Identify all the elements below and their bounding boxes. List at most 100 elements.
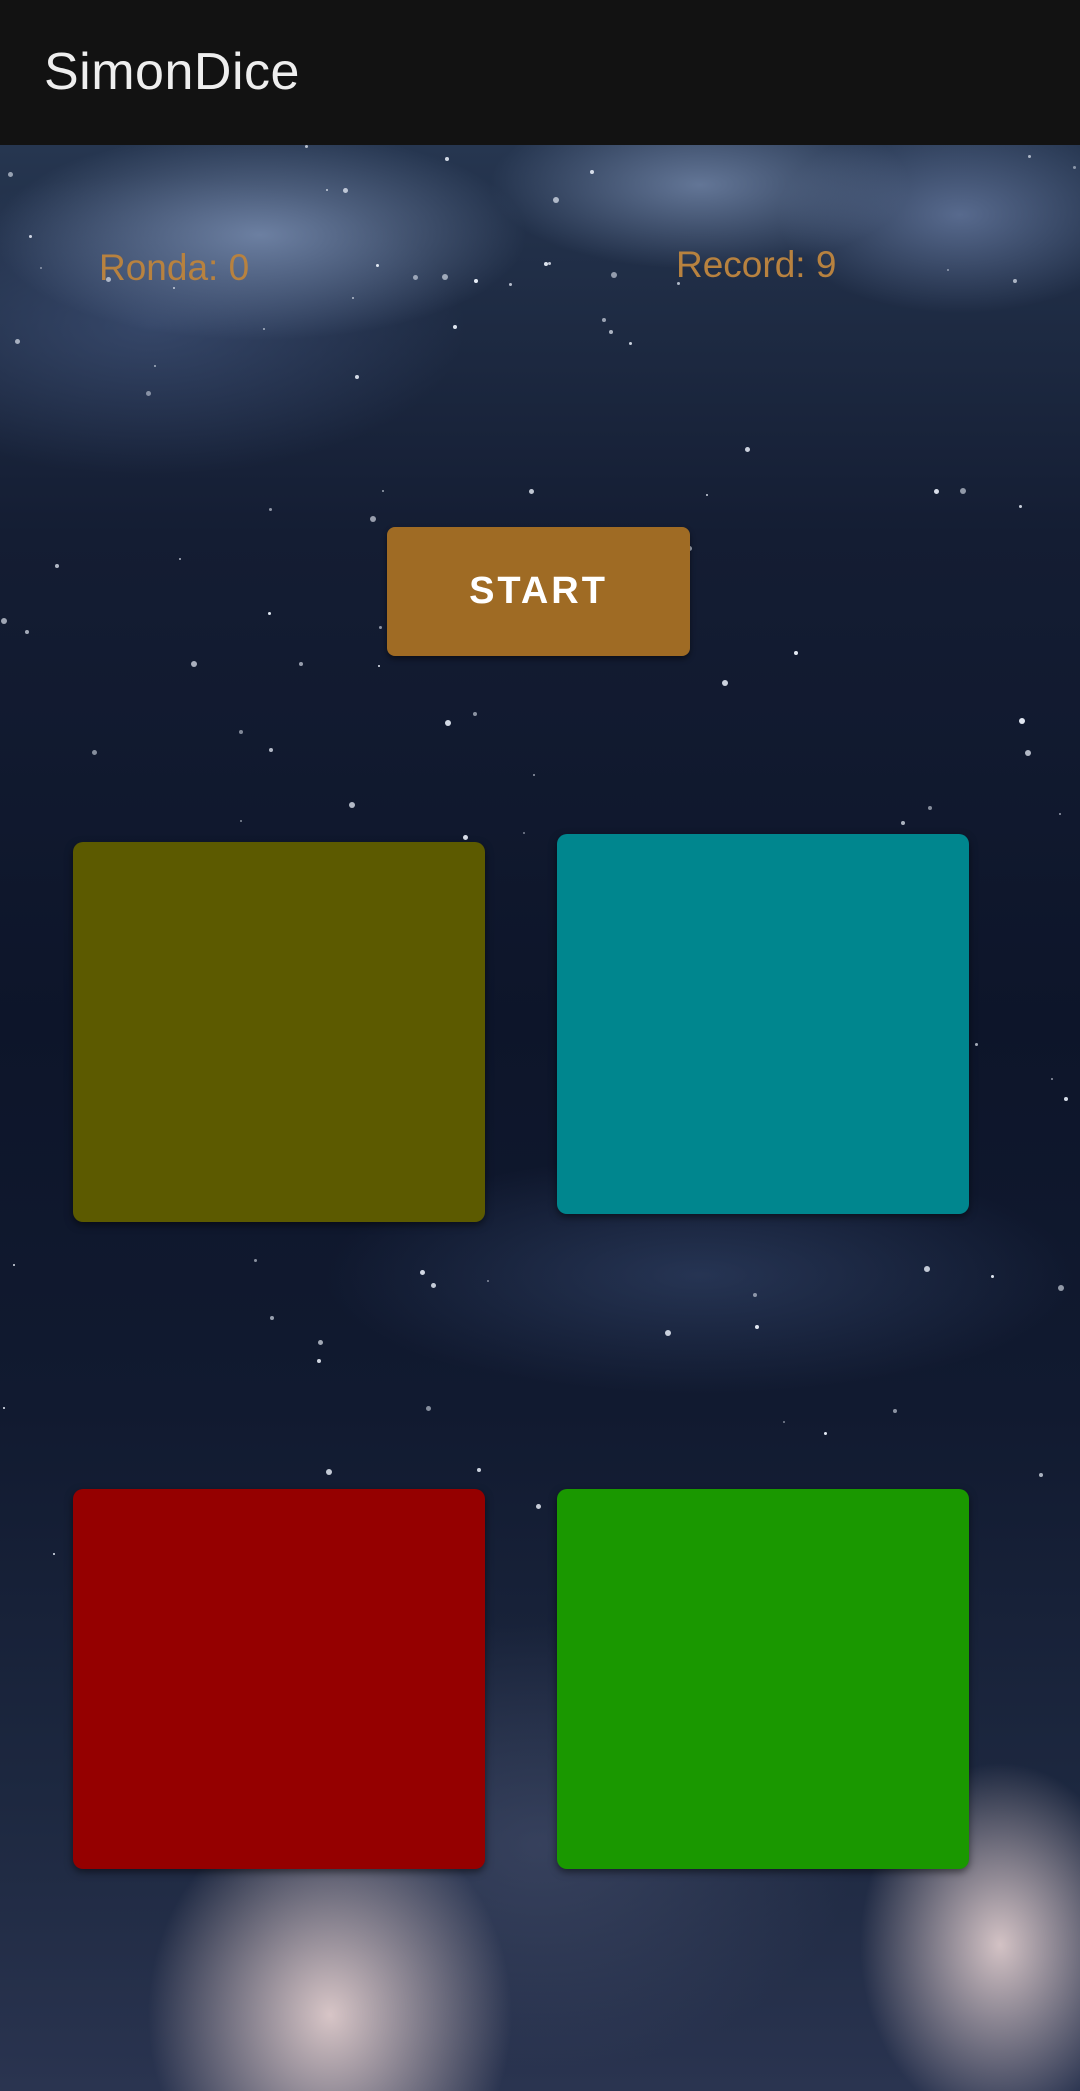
star-decoration — [1028, 155, 1031, 158]
star-decoration — [533, 774, 535, 776]
star-decoration — [270, 1316, 274, 1320]
star-decoration — [445, 720, 451, 726]
star-decoration — [1073, 166, 1076, 169]
star-decoration — [1019, 718, 1025, 724]
star-decoration — [376, 264, 379, 267]
star-decoration — [629, 342, 632, 345]
star-decoration — [29, 235, 32, 238]
star-decoration — [463, 835, 468, 840]
star-decoration — [445, 157, 449, 161]
star-decoration — [239, 730, 243, 734]
star-decoration — [602, 318, 606, 322]
pad-red[interactable] — [73, 1489, 485, 1869]
star-decoration — [536, 1504, 541, 1509]
star-decoration — [553, 197, 559, 203]
star-decoration — [379, 626, 382, 629]
star-decoration — [382, 490, 384, 492]
star-decoration — [975, 1043, 978, 1046]
star-decoration — [431, 1283, 436, 1288]
star-decoration — [146, 391, 151, 396]
star-decoration — [477, 1468, 481, 1472]
star-decoration — [442, 274, 448, 280]
star-decoration — [453, 325, 457, 329]
star-decoration — [413, 275, 418, 280]
star-decoration — [426, 1406, 431, 1411]
star-decoration — [960, 488, 966, 494]
star-decoration — [299, 662, 303, 666]
star-decoration — [590, 170, 594, 174]
star-decoration — [928, 806, 932, 810]
star-decoration — [523, 832, 525, 834]
app-title: SimonDice — [44, 43, 300, 101]
star-decoration — [753, 1293, 757, 1297]
star-decoration — [317, 1359, 321, 1363]
star-decoration — [269, 508, 272, 511]
star-decoration — [318, 1340, 323, 1345]
star-decoration — [611, 272, 617, 278]
star-decoration — [15, 339, 20, 344]
pad-blue[interactable] — [557, 834, 969, 1214]
star-decoration — [609, 330, 613, 334]
star-decoration — [349, 802, 355, 808]
star-decoration — [269, 748, 273, 752]
pad-green[interactable] — [557, 1489, 969, 1869]
star-decoration — [263, 328, 265, 330]
star-decoration — [326, 189, 328, 191]
star-decoration — [1039, 1473, 1043, 1477]
round-counter: Ronda: 0 — [99, 247, 250, 288]
pad-yellow[interactable] — [73, 842, 485, 1222]
star-decoration — [934, 489, 939, 494]
star-decoration — [665, 1330, 671, 1336]
star-decoration — [370, 516, 376, 522]
star-decoration — [53, 1553, 55, 1555]
star-decoration — [13, 1264, 15, 1266]
star-decoration — [722, 680, 728, 686]
star-decoration — [706, 494, 708, 496]
star-decoration — [1051, 1078, 1053, 1080]
star-decoration — [191, 661, 197, 667]
star-decoration — [92, 750, 97, 755]
star-decoration — [420, 1270, 425, 1275]
star-decoration — [1019, 505, 1022, 508]
star-decoration — [355, 375, 359, 379]
star-decoration — [1059, 813, 1061, 815]
star-decoration — [1, 618, 7, 624]
star-decoration — [529, 489, 534, 494]
record-counter: Record: 9 — [676, 244, 837, 285]
star-decoration — [305, 145, 308, 148]
star-decoration — [254, 1259, 257, 1262]
star-decoration — [1025, 750, 1031, 756]
star-decoration — [378, 665, 380, 667]
star-decoration — [824, 1432, 827, 1435]
star-decoration — [893, 1409, 897, 1413]
star-decoration — [352, 297, 354, 299]
star-decoration — [473, 712, 477, 716]
star-decoration — [154, 365, 156, 367]
star-decoration — [794, 651, 798, 655]
star-decoration — [343, 188, 348, 193]
star-decoration — [755, 1325, 759, 1329]
star-decoration — [55, 564, 59, 568]
app-bar: SimonDice — [0, 0, 1080, 145]
star-decoration — [991, 1275, 994, 1278]
star-decoration — [326, 1469, 332, 1475]
star-decoration — [924, 1266, 930, 1272]
star-decoration — [947, 269, 949, 271]
star-decoration — [901, 821, 905, 825]
star-decoration — [548, 262, 551, 265]
star-decoration — [1064, 1097, 1068, 1101]
star-decoration — [487, 1280, 489, 1282]
star-decoration — [1058, 1285, 1064, 1291]
star-decoration — [8, 172, 13, 177]
star-decoration — [1013, 279, 1017, 283]
star-decoration — [25, 630, 29, 634]
star-decoration — [240, 820, 242, 822]
star-decoration — [474, 279, 478, 283]
star-decoration — [179, 558, 181, 560]
star-decoration — [40, 267, 42, 269]
star-decoration — [3, 1407, 5, 1409]
star-decoration — [745, 447, 750, 452]
start-button[interactable]: START — [387, 527, 690, 656]
star-decoration — [509, 283, 512, 286]
star-decoration — [783, 1421, 785, 1423]
